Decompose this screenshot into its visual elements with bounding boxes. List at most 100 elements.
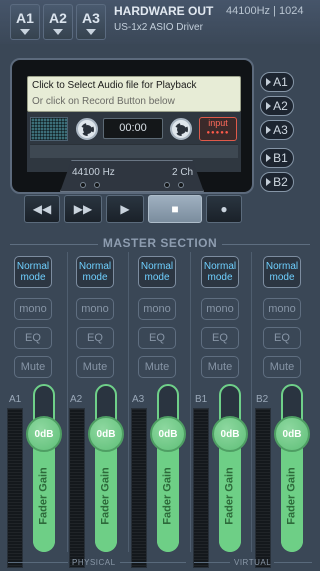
strip-a1-mode-button[interactable]: Normal mode — [14, 256, 52, 288]
time-display: 00:00 — [103, 118, 163, 139]
strip-a3-mute-button[interactable]: Mute — [138, 356, 176, 378]
strip-b2-eq-button[interactable]: EQ — [263, 327, 301, 349]
strip-a2-mode-line1: Normal — [78, 261, 112, 272]
arrow-right-icon — [266, 154, 272, 162]
arrow-right-icon — [266, 102, 272, 110]
strip-b1-fader-label: Fader Gain — [224, 467, 236, 525]
physical-label: PHYSICAL — [72, 558, 116, 567]
bus-select-a3-label: A3 — [82, 9, 100, 26]
playback-progress-bar[interactable] — [30, 144, 238, 158]
strip-a3-eq-button[interactable]: EQ — [138, 327, 176, 349]
player-out-b1-button[interactable]: B1 — [260, 148, 294, 168]
cassette-channels: 2 Ch — [172, 167, 194, 178]
strip-a1-fader-knob[interactable]: 0dB — [26, 416, 62, 452]
rewind-icon: ◀◀ — [32, 202, 52, 216]
player-out-a2-label: A2 — [273, 99, 288, 113]
left-reel-icon — [76, 118, 98, 140]
strip-b1-mode-button[interactable]: Normal mode — [201, 256, 239, 288]
strip-a2-mode-button[interactable]: Normal mode — [76, 256, 114, 288]
strip-b2-mono-button[interactable]: mono — [263, 298, 301, 320]
cassette-hole-icon — [94, 182, 100, 188]
strip-b2-mode-line2: mode — [269, 272, 295, 283]
strip-a3-mode-line2: mode — [144, 272, 170, 283]
arrow-right-icon — [266, 78, 272, 86]
strip-b1-mode-line1: Normal — [203, 261, 237, 272]
virtual-divider-left — [194, 562, 230, 563]
strip-a3-label: A3 — [132, 394, 145, 405]
player-out-a1-button[interactable]: A1 — [260, 72, 294, 92]
strip-a3-mono-button[interactable]: mono — [138, 298, 176, 320]
strip-b1-fader-knob[interactable]: 0dB — [212, 416, 248, 452]
strip-b2-mode-button[interactable]: Normal mode — [263, 256, 301, 288]
strip-a2-mute-button[interactable]: Mute — [76, 356, 114, 378]
hardware-rate-text: 44100Hz | 1024 — [226, 5, 304, 17]
strip-a2-mode-line2: mode — [82, 272, 108, 283]
strip-b2-fader-label: Fader Gain — [286, 467, 298, 525]
right-reel-icon — [170, 118, 192, 140]
player-out-b1-label: B1 — [273, 151, 288, 165]
player-out-a1-label: A1 — [273, 75, 288, 89]
strip-b2-mute-button[interactable]: Mute — [263, 356, 301, 378]
virtual-divider-right — [274, 562, 312, 563]
input-select-button[interactable]: input ●●●●● — [199, 117, 237, 141]
player-out-a2-button[interactable]: A2 — [260, 96, 294, 116]
bus-select-a2-button[interactable]: A2 — [43, 4, 73, 40]
hardware-out-title: HARDWARE OUT — [114, 4, 214, 18]
strip-a3-mode-button[interactable]: Normal mode — [138, 256, 176, 288]
bus-select-a3-button[interactable]: A3 — [76, 4, 106, 40]
bus-select-a2-label: A2 — [49, 9, 67, 26]
strip-a3-level-meter — [131, 408, 147, 568]
stop-button[interactable]: ■ — [148, 195, 202, 223]
strip-separator — [128, 252, 129, 552]
strip-b1-mute-button[interactable]: Mute — [201, 356, 239, 378]
strip-a1-label: A1 — [9, 394, 22, 405]
strip-a1-mode-line1: Normal — [16, 261, 50, 272]
play-button[interactable]: ▶ — [106, 195, 144, 223]
strip-a1-mute-button[interactable]: Mute — [14, 356, 52, 378]
strip-a1-fader-label: Fader Gain — [38, 467, 50, 525]
strip-a1-eq-button[interactable]: EQ — [14, 327, 52, 349]
player-out-a3-label: A3 — [273, 123, 288, 137]
record-button[interactable]: ● — [206, 195, 242, 223]
level-meter-display — [30, 117, 68, 141]
input-dots: ●●●●● — [206, 130, 230, 136]
strip-a3-mode-line1: Normal — [140, 261, 174, 272]
strip-a1-level-meter — [7, 408, 23, 568]
strip-a2-fader-label: Fader Gain — [100, 467, 112, 525]
strip-b1-eq-button[interactable]: EQ — [201, 327, 239, 349]
cassette-hole-icon — [164, 182, 170, 188]
bus-select-a1-label: A1 — [16, 9, 34, 26]
chevron-down-icon — [86, 28, 96, 35]
strip-a2-mono-button[interactable]: mono — [76, 298, 114, 320]
strip-b2-fader-knob[interactable]: 0dB — [274, 416, 310, 452]
strip-a1-mono-button[interactable]: mono — [14, 298, 52, 320]
virtual-label: VIRTUAL — [234, 558, 272, 567]
master-divider-right — [222, 244, 310, 245]
strip-separator — [190, 252, 191, 552]
player-out-a3-button[interactable]: A3 — [260, 120, 294, 140]
strip-a3-fader-knob[interactable]: 0dB — [150, 416, 186, 452]
player-out-b2-button[interactable]: B2 — [260, 172, 294, 192]
fast-forward-button[interactable]: ▶▶ — [64, 195, 102, 223]
master-section-title: MASTER SECTION — [102, 236, 218, 250]
strip-a2-fader-knob[interactable]: 0dB — [88, 416, 124, 452]
strip-separator — [67, 252, 68, 552]
strip-separator — [251, 252, 252, 552]
strip-a2-eq-button[interactable]: EQ — [76, 327, 114, 349]
rewind-button[interactable]: ◀◀ — [24, 195, 60, 223]
physical-divider-left — [8, 562, 68, 563]
record-icon: ● — [220, 202, 228, 216]
hardware-driver-text[interactable]: US-1x2 ASIO Driver — [114, 22, 203, 33]
strip-a2-label: A2 — [70, 394, 83, 405]
strip-a3-fader-label: Fader Gain — [162, 467, 174, 525]
cassette-hole-icon — [80, 182, 86, 188]
bus-select-a1-button[interactable]: A1 — [10, 4, 40, 40]
fast-forward-icon: ▶▶ — [73, 202, 93, 216]
cassette-hole-icon — [178, 182, 184, 188]
strip-b1-label: B1 — [195, 394, 208, 405]
strip-b1-level-meter — [193, 408, 209, 568]
chevron-down-icon — [20, 28, 30, 35]
strip-b1-mode-line2: mode — [207, 272, 233, 283]
strip-b2-label: B2 — [256, 394, 269, 405]
strip-b1-mono-button[interactable]: mono — [201, 298, 239, 320]
